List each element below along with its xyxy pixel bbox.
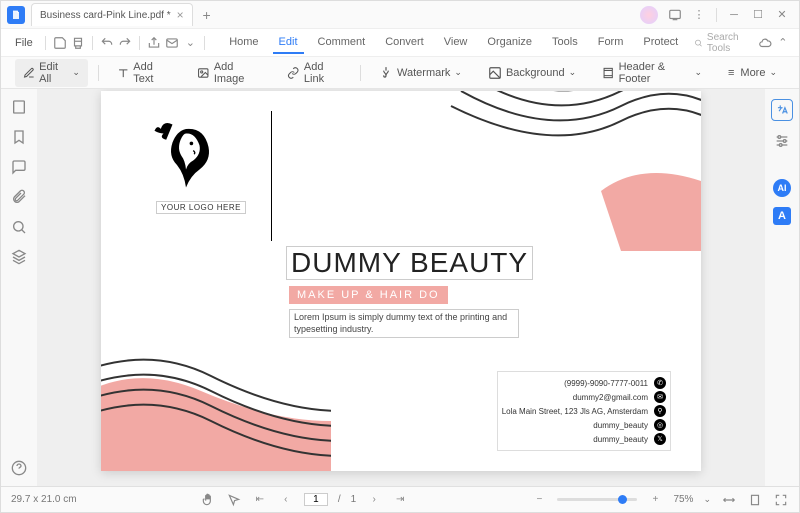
header-footer-button[interactable]: Header & Footer⌄ xyxy=(594,59,710,87)
search-tools[interactable]: Search Tools xyxy=(688,30,754,56)
help-icon[interactable] xyxy=(11,460,27,476)
add-text-button[interactable]: Add Text xyxy=(109,59,180,87)
logo-placeholder[interactable]: YOUR LOGO HERE xyxy=(141,111,261,214)
tab-home[interactable]: Home xyxy=(223,32,264,54)
cloud-icon[interactable] xyxy=(757,32,773,54)
contact-phone: (9999)-9090-7777-0011 xyxy=(564,379,648,388)
right-sidebar: AI A xyxy=(765,89,799,486)
tab-view[interactable]: View xyxy=(438,32,474,54)
email-icon: ✉ xyxy=(654,391,666,403)
edit-all-button[interactable]: Edit All⌄ xyxy=(15,59,88,87)
menubar: File ⌄ Home Edit Comment Convert View Or… xyxy=(1,29,799,57)
page-input[interactable] xyxy=(304,493,328,506)
fit-page-icon[interactable] xyxy=(747,492,763,508)
canvas-area[interactable]: YOUR LOGO HERE DUMMY BEAUTY MAKE UP & HA… xyxy=(37,89,765,486)
translate-icon[interactable] xyxy=(771,99,793,121)
bookmarks-icon[interactable] xyxy=(11,129,27,145)
email-icon[interactable] xyxy=(164,32,180,54)
ai-assistant-icon[interactable] xyxy=(640,6,658,24)
select-tool-icon[interactable] xyxy=(226,492,242,508)
vertical-divider xyxy=(271,111,272,241)
page-sep: / xyxy=(338,494,341,505)
decorative-wave-top xyxy=(441,91,701,251)
tab-title: Business card-Pink Line.pdf * xyxy=(40,10,171,21)
redo-icon[interactable] xyxy=(117,32,133,54)
collapse-ribbon-icon[interactable]: ⌃ xyxy=(775,32,791,54)
document-title[interactable]: DUMMY BEAUTY xyxy=(286,246,533,280)
share-icon[interactable] xyxy=(146,32,162,54)
hand-tool-icon[interactable] xyxy=(200,492,216,508)
page-dimensions: 29.7 x 21.0 cm xyxy=(11,494,77,505)
settings-slider-icon[interactable] xyxy=(772,131,792,151)
contact-twitter: dummy_beauty xyxy=(593,435,648,444)
app-window: Business card-Pink Line.pdf * × + ⋮ ─ ☐ … xyxy=(0,0,800,513)
zoom-out-icon[interactable]: − xyxy=(531,492,547,508)
last-page-icon[interactable]: ⇥ xyxy=(392,492,408,508)
maximize-button[interactable]: ☐ xyxy=(747,4,769,26)
print-icon[interactable] xyxy=(70,32,86,54)
first-page-icon[interactable]: ⇤ xyxy=(252,492,268,508)
caret-down-icon[interactable]: ⌄ xyxy=(182,32,198,54)
accessibility-icon[interactable]: A xyxy=(773,207,791,225)
logo-caption[interactable]: YOUR LOGO HERE xyxy=(156,201,246,214)
tab-comment[interactable]: Comment xyxy=(312,32,372,54)
close-tab-icon[interactable]: × xyxy=(177,8,184,22)
fit-width-icon[interactable] xyxy=(721,492,737,508)
add-link-button[interactable]: Add Link xyxy=(279,59,350,87)
twitter-icon: 𝕏 xyxy=(654,433,666,445)
more-button[interactable]: ≡ More⌄ xyxy=(720,65,785,81)
zoom-value: 75% xyxy=(673,494,693,505)
contact-instagram: dummy_beauty xyxy=(593,421,648,430)
document-body[interactable]: Lorem Ipsum is simply dummy text of the … xyxy=(289,309,519,338)
page-total: 1 xyxy=(351,494,357,505)
minimize-button[interactable]: ─ xyxy=(723,4,745,26)
contact-block[interactable]: (9999)-9090-7777-0011 ✆ dummy2@gmail.com ✉… xyxy=(497,371,671,451)
instagram-icon: ◎ xyxy=(654,419,666,431)
titlebar: Business card-Pink Line.pdf * × + ⋮ ─ ☐ … xyxy=(1,1,799,29)
watermark-button[interactable]: Watermark⌄ xyxy=(371,64,470,82)
attachments-icon[interactable] xyxy=(11,189,27,205)
fullscreen-icon[interactable] xyxy=(773,492,789,508)
zoom-in-icon[interactable]: + xyxy=(647,492,663,508)
undo-icon[interactable] xyxy=(99,32,115,54)
main-area: YOUR LOGO HERE DUMMY BEAUTY MAKE UP & HA… xyxy=(1,89,799,486)
next-page-icon[interactable]: › xyxy=(366,492,382,508)
woman-face-logo-icon xyxy=(141,111,231,201)
search-placeholder: Search Tools xyxy=(707,32,749,54)
tab-protect[interactable]: Protect xyxy=(637,32,684,54)
feedback-icon[interactable] xyxy=(664,4,686,26)
tab-edit[interactable]: Edit xyxy=(273,32,304,54)
contact-email: dummy2@gmail.com xyxy=(573,393,648,402)
phone-icon: ✆ xyxy=(654,377,666,389)
tab-form[interactable]: Form xyxy=(592,32,630,54)
close-window-button[interactable]: ✕ xyxy=(771,4,793,26)
left-sidebar xyxy=(1,89,37,486)
ai-badge[interactable]: AI xyxy=(773,179,791,197)
decorative-wave-bottom xyxy=(101,321,331,471)
app-logo-icon xyxy=(7,6,25,24)
zoom-slider[interactable] xyxy=(557,498,637,501)
contact-address: Lola Main Street, 123 Jls AG, Amsterdam xyxy=(502,407,648,416)
document-page[interactable]: YOUR LOGO HERE DUMMY BEAUTY MAKE UP & HA… xyxy=(101,91,701,471)
tab-organize[interactable]: Organize xyxy=(481,32,538,54)
background-button[interactable]: Background⌄ xyxy=(480,64,584,82)
document-subtitle[interactable]: MAKE UP & HAIR DO xyxy=(289,286,448,304)
layers-icon[interactable] xyxy=(11,249,27,265)
comments-icon[interactable] xyxy=(11,159,27,175)
search-panel-icon[interactable] xyxy=(11,219,27,235)
document-tab[interactable]: Business card-Pink Line.pdf * × xyxy=(31,3,193,26)
add-image-button[interactable]: Add Image xyxy=(189,59,269,87)
edit-toolbar: Edit All⌄ Add Text Add Image Add Link Wa… xyxy=(1,57,799,89)
save-icon[interactable] xyxy=(51,32,67,54)
file-menu[interactable]: File xyxy=(9,35,39,51)
tab-convert[interactable]: Convert xyxy=(379,32,430,54)
statusbar: 29.7 x 21.0 cm ⇤ ‹ / 1 › ⇥ − + 75% ⌄ xyxy=(1,486,799,512)
tab-tools[interactable]: Tools xyxy=(546,32,584,54)
kebab-menu-icon[interactable]: ⋮ xyxy=(688,4,710,26)
location-icon: ⚲ xyxy=(654,405,666,417)
thumbnails-icon[interactable] xyxy=(11,99,27,115)
prev-page-icon[interactable]: ‹ xyxy=(278,492,294,508)
add-tab-button[interactable]: + xyxy=(197,5,217,25)
